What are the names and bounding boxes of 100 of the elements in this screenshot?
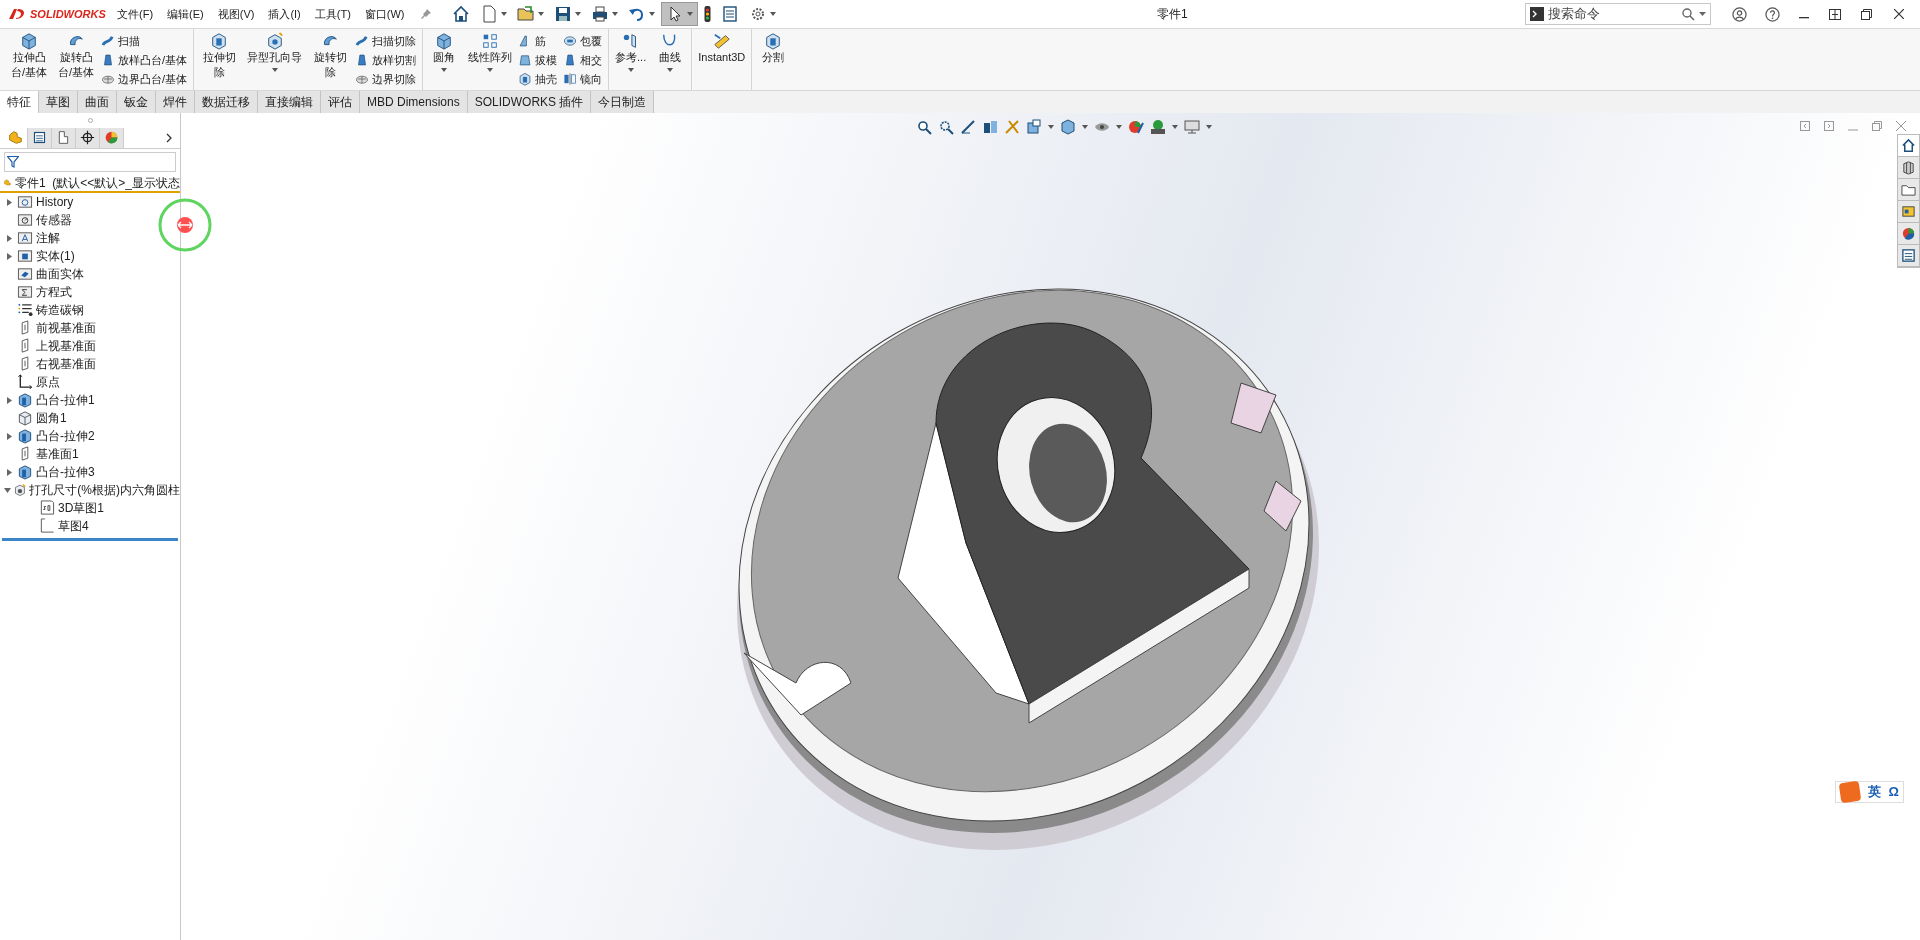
- monitor-icon[interactable]: [1184, 119, 1200, 135]
- folder-icon[interactable]: [1901, 182, 1916, 197]
- ribbon-button[interactable]: 相交: [563, 51, 606, 69]
- chevron-right-icon[interactable]: [166, 132, 172, 143]
- help-icon[interactable]: [1765, 6, 1780, 22]
- caret-icon[interactable]: [611, 12, 618, 16]
- panel-right-icon[interactable]: [1824, 121, 1834, 131]
- command-tab[interactable]: 评估: [321, 91, 360, 113]
- panel-left-icon[interactable]: [1800, 121, 1810, 131]
- palette-icon[interactable]: [1901, 204, 1916, 219]
- command-tab[interactable]: 曲面: [78, 91, 117, 113]
- ribbon-button[interactable]: 拉伸切除: [197, 32, 242, 80]
- tree-item[interactable]: 实体(1): [36, 247, 75, 265]
- dynamic-annotation-icon[interactable]: [1004, 119, 1020, 135]
- caret-icon[interactable]: [667, 68, 674, 72]
- caret-icon[interactable]: [686, 12, 693, 16]
- tile-icon[interactable]: [1829, 8, 1841, 20]
- pin-icon[interactable]: [419, 8, 432, 20]
- home-icon[interactable]: [1901, 138, 1916, 153]
- tree-item[interactable]: 前视基准面: [36, 319, 96, 337]
- section-view-icon[interactable]: [982, 119, 998, 135]
- ribbon-button[interactable]: 放样切割: [355, 51, 420, 69]
- display-style-icon[interactable]: [1060, 119, 1076, 135]
- command-tab[interactable]: 数据迁移: [195, 91, 258, 113]
- tree-item[interactable]: 上视基准面: [36, 337, 96, 355]
- ribbon-button[interactable]: Instant3D: [695, 32, 749, 65]
- menu-item[interactable]: 工具(T): [307, 5, 358, 23]
- search-input[interactable]: 搜索命令: [1548, 4, 1677, 24]
- appearance-icon[interactable]: [1128, 119, 1144, 135]
- view-orientation-icon[interactable]: [1026, 119, 1042, 135]
- command-tab[interactable]: 特征: [0, 91, 39, 113]
- ribbon-button[interactable]: 分割: [755, 32, 792, 65]
- menu-item[interactable]: 文件(F): [110, 5, 161, 23]
- command-tab[interactable]: 今日制造: [591, 91, 655, 113]
- tree-item[interactable]: 曲面实体: [36, 265, 84, 283]
- ribbon-button[interactable]: 旋转凸台/基体: [54, 32, 98, 80]
- tree-item[interactable]: 圆角1: [36, 409, 67, 427]
- ribbon-button[interactable]: 筋: [518, 32, 561, 50]
- ribbon-button[interactable]: 线性阵列: [465, 32, 516, 72]
- caret-icon[interactable]: [574, 12, 581, 16]
- collapsed-arrow-icon[interactable]: [6, 198, 12, 206]
- caret-icon[interactable]: [627, 68, 634, 72]
- ribbon-button[interactable]: 镜向: [563, 70, 606, 88]
- tree-item[interactable]: 方程式: [36, 283, 72, 301]
- collapsed-arrow-icon[interactable]: [6, 468, 12, 476]
- tree-item[interactable]: 凸台-拉伸3: [36, 463, 95, 481]
- command-tab[interactable]: 焊件: [156, 91, 195, 113]
- tree-item[interactable]: 注解: [36, 229, 60, 247]
- restore-icon[interactable]: [1861, 8, 1872, 20]
- command-tab[interactable]: MBD Dimensions: [360, 91, 468, 113]
- menu-item[interactable]: 编辑(E): [160, 5, 211, 23]
- command-tab[interactable]: 草图: [39, 91, 78, 113]
- ribbon-button[interactable]: 扫描切除: [355, 32, 420, 50]
- collapsed-arrow-icon[interactable]: [6, 252, 12, 260]
- caret-icon[interactable]: [1172, 125, 1178, 129]
- search-icon[interactable]: [1681, 7, 1695, 21]
- ribbon-button[interactable]: 抽壳: [518, 70, 561, 88]
- panel-tab[interactable]: [76, 127, 100, 148]
- caret-icon[interactable]: [500, 12, 507, 16]
- ribbon-button[interactable]: 旋转切除: [308, 32, 353, 80]
- ribbon-button[interactable]: 参考...: [612, 32, 650, 72]
- ime-logo-icon[interactable]: [1838, 780, 1861, 804]
- menu-item[interactable]: 视图(V): [210, 5, 262, 23]
- tree-item[interactable]: 传感器: [36, 211, 72, 229]
- menu-item[interactable]: 插入(I): [261, 5, 308, 23]
- color-ball-icon[interactable]: [1901, 226, 1916, 241]
- collapsed-arrow-icon[interactable]: [6, 432, 12, 440]
- tree-item[interactable]: 铸造碳钢: [36, 301, 84, 319]
- menu-item[interactable]: 窗口(W): [357, 5, 412, 23]
- collapsed-arrow-icon[interactable]: [6, 234, 12, 242]
- scene-icon[interactable]: [1150, 119, 1166, 135]
- caret-icon[interactable]: [537, 12, 544, 16]
- tree-item[interactable]: 3D草图1: [58, 499, 104, 517]
- ribbon-button[interactable]: 拉伸凸台/基体: [7, 32, 51, 80]
- ribbon-button[interactable]: 曲线: [652, 32, 689, 72]
- panel-tab[interactable]: [28, 127, 52, 148]
- filter-field[interactable]: [4, 152, 176, 172]
- caret-icon[interactable]: [769, 12, 776, 16]
- caret-icon[interactable]: [1116, 125, 1122, 129]
- ribbon-button[interactable]: 圆角: [426, 32, 463, 72]
- tree-root[interactable]: 零件1 (默认<<默认>_显示状态: [14, 174, 180, 191]
- tree-item[interactable]: History: [36, 193, 74, 211]
- tree-item[interactable]: 打孔尺寸(%根据)内六角圆柱: [29, 481, 180, 499]
- ribbon-button[interactable]: 异型孔向导: [244, 32, 306, 72]
- command-tab[interactable]: 钣金: [117, 91, 156, 113]
- toolbar-button[interactable]: [660, 2, 698, 26]
- ribbon-button[interactable]: 拔模: [518, 51, 561, 69]
- caret-icon[interactable]: [1206, 125, 1212, 129]
- caret-icon[interactable]: [1082, 125, 1088, 129]
- parts-library-icon[interactable]: [1901, 160, 1916, 175]
- minimize-icon[interactable]: [1799, 17, 1809, 19]
- tree-item[interactable]: 凸台-拉伸2: [36, 427, 95, 445]
- caret-icon[interactable]: [441, 68, 448, 72]
- tree-item[interactable]: 草图4: [58, 517, 89, 535]
- previous-view-icon[interactable]: [960, 119, 976, 135]
- tree-item[interactable]: 基准面1: [36, 445, 79, 463]
- caret-icon[interactable]: [1699, 12, 1706, 16]
- ribbon-button[interactable]: 包覆: [563, 32, 606, 50]
- close-icon[interactable]: [1894, 9, 1904, 19]
- command-tab[interactable]: 直接编辑: [258, 91, 321, 113]
